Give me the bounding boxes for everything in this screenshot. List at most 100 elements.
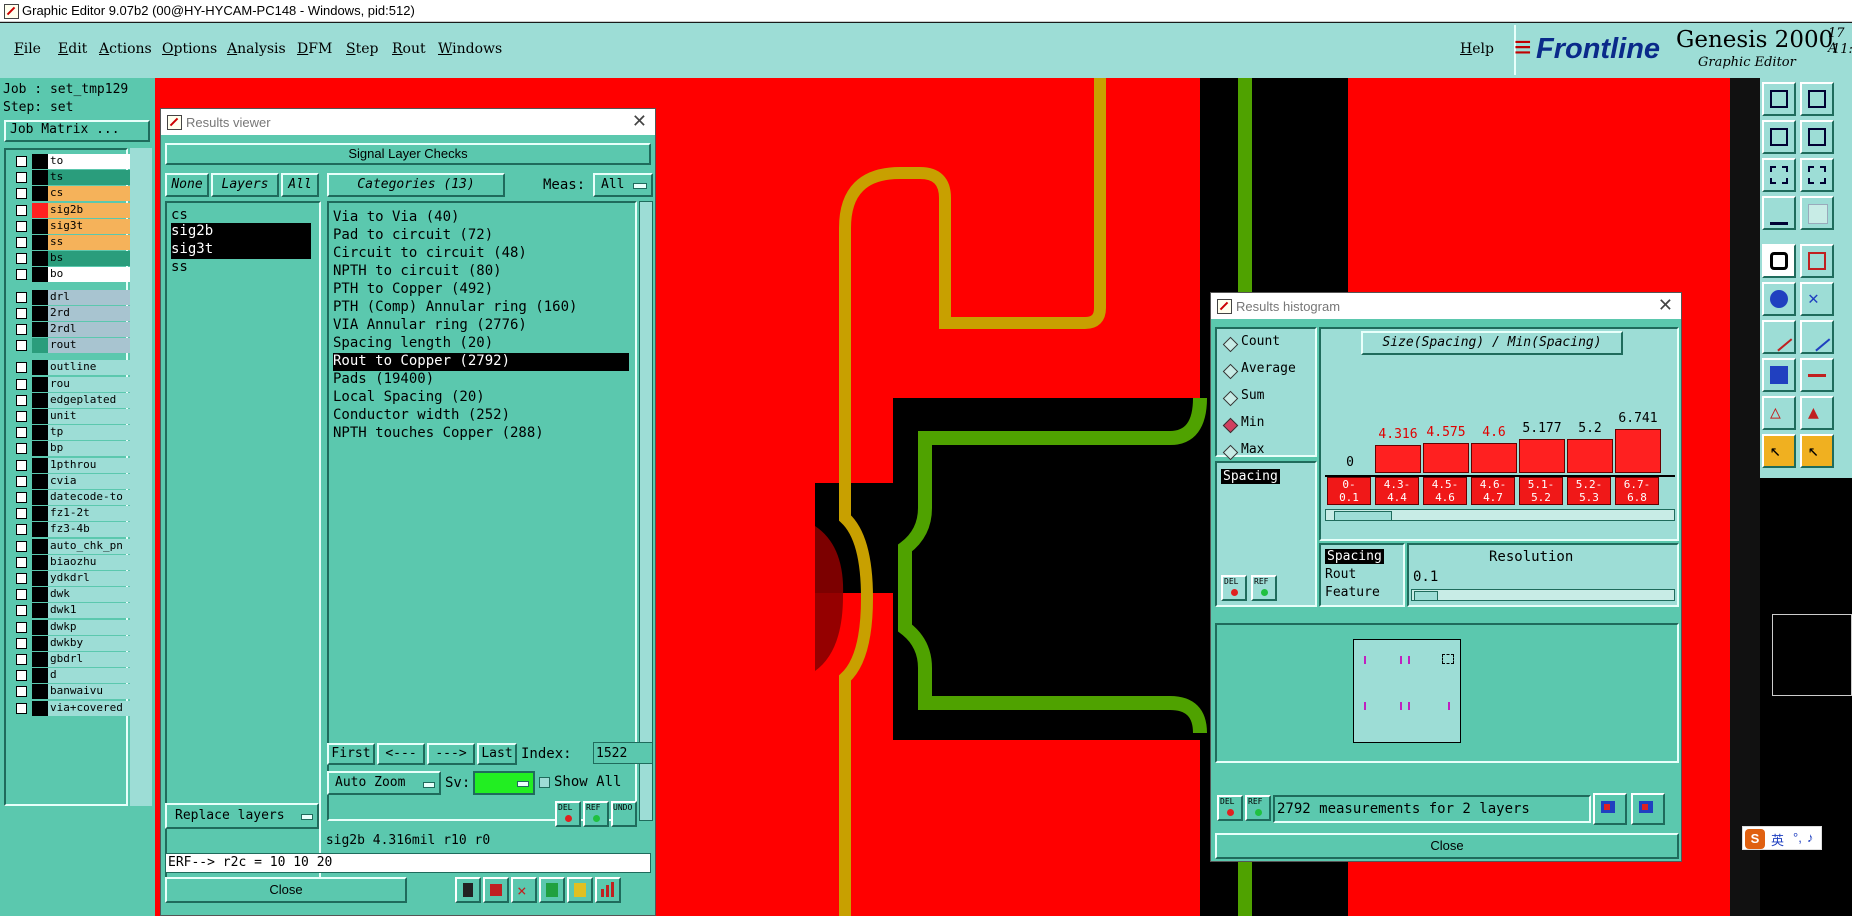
layer-row[interactable]: fz1-2t <box>12 506 134 522</box>
layer-list-item[interactable]: ss <box>171 259 188 277</box>
layer-color-swatch[interactable] <box>32 473 48 489</box>
layer-color-swatch[interactable] <box>32 392 48 408</box>
layer-color-swatch[interactable] <box>32 603 48 619</box>
category-item[interactable]: Circuit to circuit (48) <box>333 245 527 263</box>
layer-row[interactable]: cs <box>12 186 134 202</box>
none-button[interactable]: None <box>165 173 209 197</box>
menu-dfm[interactable]: DFM <box>297 41 332 57</box>
layer-row[interactable]: dwk1 <box>12 603 134 619</box>
layer-checkbox[interactable] <box>16 340 27 352</box>
layer-row[interactable]: sig3t <box>12 218 134 234</box>
layer-name[interactable]: sig3t <box>48 218 134 234</box>
layer-name[interactable]: outline <box>48 360 134 376</box>
measure-icon[interactable] <box>1762 196 1796 230</box>
histogram-bar[interactable] <box>1567 439 1613 473</box>
layer-color-swatch[interactable] <box>32 235 48 250</box>
replace-layers-dropdown[interactable]: Replace layers <box>165 803 319 829</box>
layer-checkbox[interactable] <box>16 492 27 503</box>
layer-name[interactable]: 2rdl <box>48 322 134 337</box>
histogram-bar[interactable] <box>1615 429 1661 473</box>
sum-radio-label[interactable]: Sum <box>1241 388 1264 403</box>
net-icon[interactable] <box>1762 282 1796 316</box>
layer-name[interactable]: dwkp <box>48 619 134 635</box>
layer-row[interactable]: drl <box>12 289 134 305</box>
polygon-icon[interactable]: ▲ <box>1800 396 1834 430</box>
layer-row[interactable]: gbdrl <box>12 652 134 667</box>
layer-row[interactable]: ss <box>12 235 134 250</box>
category-item[interactable]: Conductor width (252) <box>333 407 510 425</box>
layer-color-swatch[interactable] <box>32 684 48 700</box>
layer-row[interactable]: ydkdrl <box>12 571 134 586</box>
spacing-list-item[interactable]: Spacing <box>1221 469 1280 484</box>
layer-color-swatch[interactable] <box>32 202 48 218</box>
layer-row[interactable]: biaozhu <box>12 554 134 570</box>
layer-checkbox[interactable] <box>16 621 27 633</box>
layer-name[interactable]: via+covered <box>48 700 134 716</box>
sv-color-dropdown[interactable] <box>473 771 535 795</box>
layer-name[interactable]: fz1-2t <box>48 506 134 522</box>
layer-checkbox[interactable] <box>16 156 27 167</box>
layer-color-swatch[interactable] <box>32 619 48 635</box>
layer-name[interactable]: 2rd <box>48 305 134 321</box>
layer-row[interactable]: 1pthrou <box>12 457 134 473</box>
layer-checkbox[interactable] <box>16 556 27 568</box>
layer-color-swatch[interactable] <box>32 289 48 305</box>
layer-checkbox[interactable] <box>16 188 27 200</box>
cross-icon[interactable]: ✕ <box>1800 282 1834 316</box>
dash-icon[interactable] <box>1800 358 1834 392</box>
ref-icon[interactable]: REF <box>1245 795 1271 821</box>
layers-button[interactable]: Layers <box>211 173 279 197</box>
layer-checkbox[interactable] <box>16 172 27 184</box>
layer-list-item-selected[interactable]: sig2b <box>171 223 311 241</box>
index-input[interactable] <box>593 742 653 764</box>
menu-actions[interactable]: Actions <box>99 41 152 57</box>
chart-zoom-icon[interactable] <box>1631 793 1665 825</box>
pad-icon[interactable] <box>1762 358 1796 392</box>
signal-layer-checks-button[interactable]: Signal Layer Checks <box>165 143 651 165</box>
layer-row[interactable]: to <box>12 154 134 169</box>
menu-windows[interactable]: Windows <box>438 41 502 57</box>
ref-icon[interactable]: REF <box>583 801 609 827</box>
layer-row[interactable]: bo <box>12 267 134 283</box>
chart-title[interactable]: Size(Spacing) / Min(Spacing) <box>1361 331 1623 355</box>
layer-color-swatch[interactable] <box>32 322 48 337</box>
menu-edit[interactable]: Edit <box>58 41 87 57</box>
del-icon[interactable]: DEL <box>555 801 581 827</box>
pointer-select-icon[interactable]: ↖ <box>1800 434 1834 468</box>
histogram-category-label[interactable]: 0- 0.1 <box>1327 477 1371 505</box>
ref-icon[interactable]: REF <box>1251 575 1277 601</box>
layer-color-swatch[interactable] <box>32 170 48 186</box>
del-icon[interactable]: DEL <box>1221 575 1247 601</box>
close-button[interactable]: Close <box>165 877 407 903</box>
layer-icon[interactable] <box>483 877 509 903</box>
category-item[interactable]: PTH to Copper (492) <box>333 281 493 299</box>
layer-checkbox[interactable] <box>16 605 27 617</box>
layer-color-swatch[interactable] <box>32 668 48 684</box>
histogram-bar[interactable] <box>1471 443 1517 473</box>
next-button[interactable]: ---> <box>427 743 475 765</box>
layer-name[interactable]: bp <box>48 441 134 457</box>
layer-row[interactable]: auto_chk_pn <box>12 538 134 554</box>
layer-row[interactable]: via+covered <box>12 700 134 716</box>
chart-hscrollbar[interactable] <box>1325 509 1675 521</box>
show-all-checkbox[interactable] <box>539 777 550 788</box>
layer-row[interactable]: tp <box>12 425 134 441</box>
layer-checkbox[interactable] <box>16 220 27 232</box>
layer-checkbox[interactable] <box>16 237 27 248</box>
menu-help[interactable]: Help <box>1460 41 1494 57</box>
layer-name[interactable]: ts <box>48 170 134 186</box>
layer-row[interactable]: sig2b <box>12 202 134 218</box>
resolution-item-feature[interactable]: Feature <box>1325 585 1380 600</box>
prev-button[interactable]: <--- <box>377 743 425 765</box>
category-item[interactable]: Pads (19400) <box>333 371 434 389</box>
layer-name[interactable]: drl <box>48 289 134 305</box>
layer-name[interactable]: to <box>48 154 134 169</box>
layer-row[interactable]: outline <box>12 360 134 376</box>
chart-hscrollbar-thumb[interactable] <box>1334 511 1392 521</box>
histogram-category-label[interactable]: 6.7- 6.8 <box>1615 477 1659 505</box>
layer-checkbox[interactable] <box>16 702 27 714</box>
layer-checkbox[interactable] <box>16 204 27 216</box>
layer-row[interactable]: unit <box>12 409 134 424</box>
layer-name[interactable]: auto_chk_pn <box>48 538 134 554</box>
layer-checkbox[interactable] <box>16 589 27 601</box>
